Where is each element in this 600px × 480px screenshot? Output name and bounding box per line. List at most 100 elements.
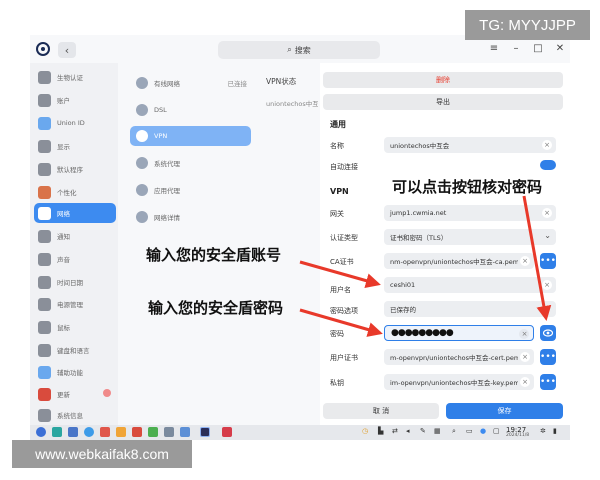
network-item-wired[interactable]: 有线网络 已连接 bbox=[130, 73, 251, 93]
app-logo-icon bbox=[36, 42, 50, 56]
chevron-down-icon: ⌄ bbox=[544, 231, 551, 240]
network-item-system-proxy[interactable]: 系统代理 bbox=[130, 153, 251, 173]
minimize-icon[interactable]: – bbox=[509, 43, 523, 54]
file-manager-icon[interactable] bbox=[68, 427, 78, 437]
tray-settings-icon[interactable]: ✲ bbox=[540, 427, 546, 435]
power-icon bbox=[38, 297, 51, 311]
ca-cert-browse-button[interactable]: ••• bbox=[540, 253, 556, 269]
password-option-select[interactable]: 已保存的 ⌄ bbox=[384, 301, 556, 317]
speaker-icon bbox=[38, 252, 51, 266]
network-item-vpn[interactable]: VPN bbox=[130, 126, 251, 146]
tray-usb-icon[interactable]: ◂ bbox=[406, 427, 410, 435]
clear-icon[interactable]: × bbox=[520, 256, 530, 266]
sidebar-item-biometric[interactable]: 生物认证 bbox=[34, 67, 116, 87]
network-item-dsl[interactable]: DSL bbox=[130, 100, 251, 120]
username-label: 用户名 bbox=[330, 286, 351, 294]
photos-icon[interactable] bbox=[148, 427, 158, 437]
music-icon[interactable] bbox=[116, 427, 126, 437]
account-hint: 输入您的安全盾账号 bbox=[146, 246, 282, 264]
clear-icon[interactable]: × bbox=[542, 208, 552, 218]
clear-icon[interactable]: × bbox=[520, 352, 530, 362]
tray-screen-icon[interactable]: ▢ bbox=[493, 427, 500, 435]
settings-app-icon[interactable] bbox=[200, 427, 210, 437]
eye-icon bbox=[543, 329, 553, 337]
save-button[interactable]: 保存 bbox=[446, 403, 563, 419]
tray-network-icon[interactable]: ▙ bbox=[378, 427, 383, 435]
taskbar-date: 2024/11/8 bbox=[506, 433, 530, 438]
sidebar-item-account[interactable]: 账户 bbox=[34, 90, 116, 110]
sidebar-item-sound[interactable]: 声音 bbox=[34, 249, 116, 269]
watermark-top: TG: MYYJJPP bbox=[465, 10, 590, 40]
sidebar-item-datetime[interactable]: 时间日期 bbox=[34, 272, 116, 292]
private-key-browse-button[interactable]: ••• bbox=[540, 374, 556, 390]
update-icon bbox=[38, 387, 51, 401]
close-icon[interactable]: ✕ bbox=[553, 43, 567, 54]
gateway-label: 网关 bbox=[330, 210, 344, 218]
sidebar-item-system-info[interactable]: 系统信息 bbox=[34, 405, 116, 425]
maximize-icon[interactable]: □ bbox=[531, 43, 545, 54]
name-field[interactable]: uniontechos中互会 × bbox=[384, 137, 556, 153]
mail-icon[interactable] bbox=[100, 427, 110, 437]
auth-type-select[interactable]: 证书和密码（TLS） ⌄ bbox=[384, 229, 556, 245]
tray-cloud-icon[interactable]: ● bbox=[480, 427, 486, 435]
gateway-field[interactable]: jump1.cwmia.net × bbox=[384, 205, 556, 221]
sidebar-item-display[interactable]: 显示 bbox=[34, 136, 116, 156]
tray-clipboard-icon[interactable]: ▭ bbox=[466, 427, 473, 435]
sidebar-item-accessibility[interactable]: 辅助功能 bbox=[34, 362, 116, 382]
show-password-button[interactable] bbox=[540, 325, 556, 341]
bell-icon bbox=[38, 229, 51, 243]
vpn-section-title: VPN bbox=[330, 187, 349, 196]
clear-icon[interactable]: × bbox=[542, 140, 552, 150]
user-cert-field[interactable]: m-openvpn/uniontechos中互会-cert.pem × bbox=[384, 349, 534, 365]
vpn-connection-name[interactable]: uniontechos中互 bbox=[266, 98, 318, 108]
password-field[interactable]: ●●●●●●●●● × bbox=[384, 325, 534, 341]
tray-search-icon[interactable]: ⌕ bbox=[452, 427, 456, 436]
cancel-button[interactable]: 取 消 bbox=[323, 403, 439, 419]
password-label: 密码 bbox=[330, 330, 344, 338]
clear-icon[interactable]: × bbox=[520, 377, 530, 387]
clear-icon[interactable]: × bbox=[542, 280, 552, 290]
password-hint: 输入您的安全盾密码 bbox=[148, 299, 284, 317]
private-key-field[interactable]: im-openvpn/uniontechos中互会-key.pem × bbox=[384, 374, 534, 390]
network-item-app-proxy[interactable]: 应用代理 bbox=[130, 180, 251, 200]
sidebar-item-keyboard[interactable]: 键盘和语言 bbox=[34, 340, 116, 360]
sidebar-item-personalization[interactable]: 个性化 bbox=[34, 182, 116, 202]
sidebar-item-power[interactable]: 电源管理 bbox=[34, 294, 116, 314]
sidebar-item-mouse[interactable]: 鼠标 bbox=[34, 317, 116, 337]
keyboard-icon bbox=[38, 343, 51, 357]
clear-icon[interactable]: × bbox=[519, 329, 529, 339]
sidebar-item-default-apps[interactable]: 默认程序 bbox=[34, 159, 116, 179]
sidebar-item-network[interactable]: 网络 bbox=[34, 203, 116, 223]
security-app-icon[interactable] bbox=[222, 427, 232, 437]
username-field[interactable]: ceshi01 × bbox=[384, 277, 556, 293]
back-button[interactable]: ‹ bbox=[58, 42, 76, 58]
password-option-label: 密码选项 bbox=[330, 307, 358, 315]
search-input[interactable]: ⌕ 搜索 bbox=[218, 41, 380, 59]
user-cert-browse-button[interactable]: ••• bbox=[540, 349, 556, 365]
auto-connect-toggle[interactable] bbox=[540, 160, 556, 170]
eye-button-hint: 可以点击按钮核对密码 bbox=[392, 178, 543, 196]
proxy-icon bbox=[136, 157, 148, 169]
delete-button[interactable]: 删除 bbox=[323, 72, 563, 88]
menu-icon[interactable]: ≡ bbox=[487, 43, 501, 54]
browser-icon[interactable] bbox=[84, 427, 94, 437]
tray-power-icon[interactable]: ▮ bbox=[553, 427, 557, 435]
ca-cert-field[interactable]: nm-openvpn/uniontechos中互会-ca.pem × bbox=[384, 253, 534, 269]
export-button[interactable]: 导出 bbox=[323, 94, 563, 110]
tray-notes-icon[interactable]: ▦ bbox=[434, 427, 441, 435]
ca-cert-label: CA证书 bbox=[330, 258, 354, 266]
sidebar-item-union-id[interactable]: Union ID bbox=[34, 113, 116, 133]
app-store-icon[interactable] bbox=[180, 427, 190, 437]
video-icon[interactable] bbox=[132, 427, 142, 437]
terminal-icon[interactable] bbox=[52, 427, 62, 437]
launcher-icon[interactable] bbox=[36, 427, 46, 437]
search-placeholder: 搜索 bbox=[294, 45, 311, 55]
calendar-icon[interactable] bbox=[164, 427, 174, 437]
tray-pen-icon[interactable]: ✎ bbox=[420, 427, 426, 435]
network-item-details[interactable]: 网络详情 bbox=[130, 207, 251, 227]
tray-transfer-icon[interactable]: ⇄ bbox=[392, 427, 398, 435]
name-label: 名称 bbox=[330, 142, 344, 150]
sidebar-item-notification[interactable]: 通知 bbox=[34, 226, 116, 246]
vpn-status-title: VPN状态 bbox=[266, 77, 297, 86]
tray-update-icon[interactable]: ◷ bbox=[362, 427, 368, 435]
